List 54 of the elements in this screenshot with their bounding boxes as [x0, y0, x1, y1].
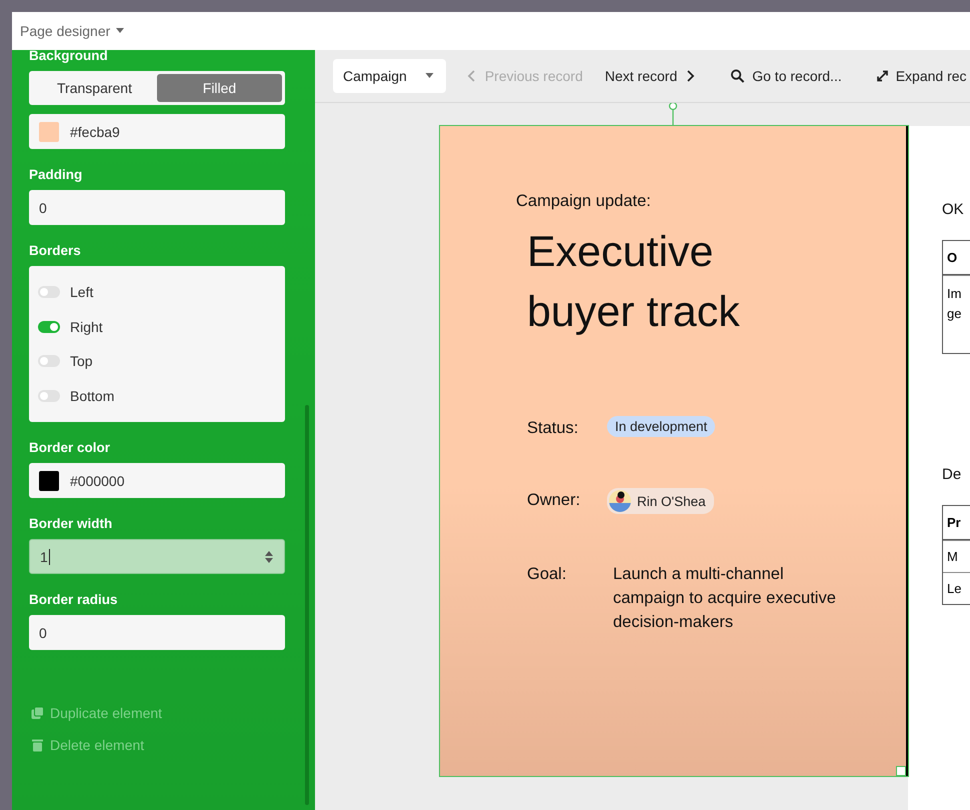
record-type-dropdown[interactable]: Campaign — [333, 59, 446, 93]
card-title: Executive buyer track — [527, 227, 741, 338]
table-header: Pr — [943, 506, 970, 540]
table-header: O — [943, 241, 970, 275]
rotate-handle-icon[interactable] — [668, 103, 678, 125]
section-heading: De — [942, 466, 962, 483]
property-label: Background — [29, 48, 109, 63]
number-field[interactable]: 0 — [29, 615, 285, 650]
caret-icon[interactable] — [116, 28, 124, 34]
toolbar-button[interactable]: Go to record... — [730, 68, 842, 84]
resize-handle[interactable] — [896, 766, 906, 776]
number-field[interactable]: 1 — [29, 539, 285, 574]
segment-option[interactable]: Transparent — [32, 74, 157, 102]
caret-icon[interactable] — [424, 73, 434, 79]
section-heading: OK — [942, 201, 965, 218]
copy-icon — [31, 706, 44, 720]
property-label: Borders — [29, 243, 82, 258]
table-cell: M — [943, 540, 970, 572]
card-heading: Campaign update: — [516, 192, 652, 211]
field-label: Owner: — [527, 490, 582, 511]
toggle-switch[interactable] — [38, 390, 60, 402]
color-swatch[interactable] — [39, 122, 59, 142]
avatar-icon — [609, 490, 631, 512]
color-field[interactable]: #000000 — [29, 463, 285, 498]
table-cell: Le — [943, 572, 970, 604]
status-tag: In development — [607, 416, 716, 437]
property-label: Border color — [29, 440, 112, 455]
person-chip: Rin O'Shea — [607, 488, 714, 514]
expand-icon — [876, 69, 889, 83]
toggle-switch[interactable] — [38, 355, 60, 368]
toolbar-button[interactable]: Expand rec — [876, 68, 967, 84]
toggle-label: Left — [70, 284, 94, 300]
trash-icon — [31, 738, 44, 752]
toolbar-button[interactable]: Next record — [604, 68, 696, 84]
goal-text: Launch a multi-channel campaign to acquire executive decision-makers — [613, 564, 837, 633]
property-label: Border radius — [29, 592, 119, 607]
color-field[interactable]: #fecba9 — [29, 114, 285, 149]
property-label: Padding — [29, 167, 84, 182]
scrollbar[interactable] — [305, 405, 309, 805]
toggle-switch[interactable] — [38, 320, 60, 333]
field-label: Goal: — [527, 564, 568, 585]
toggle-label: Top — [70, 353, 93, 370]
toggle-switch[interactable] — [38, 286, 60, 298]
color-swatch[interactable] — [39, 470, 59, 490]
window-title[interactable]: Page designer — [20, 23, 110, 39]
property-label: Border width — [29, 516, 114, 531]
toggle-label: Bottom — [70, 388, 114, 404]
field-label: Status: — [527, 418, 580, 439]
segment-option[interactable]: Filled — [157, 74, 282, 102]
table-cell: Im ge — [943, 275, 970, 353]
spinner-icon[interactable] — [264, 550, 274, 564]
number-field[interactable]: 0 — [29, 190, 285, 225]
toggle-label: Right — [70, 318, 103, 335]
search-icon — [730, 69, 746, 83]
